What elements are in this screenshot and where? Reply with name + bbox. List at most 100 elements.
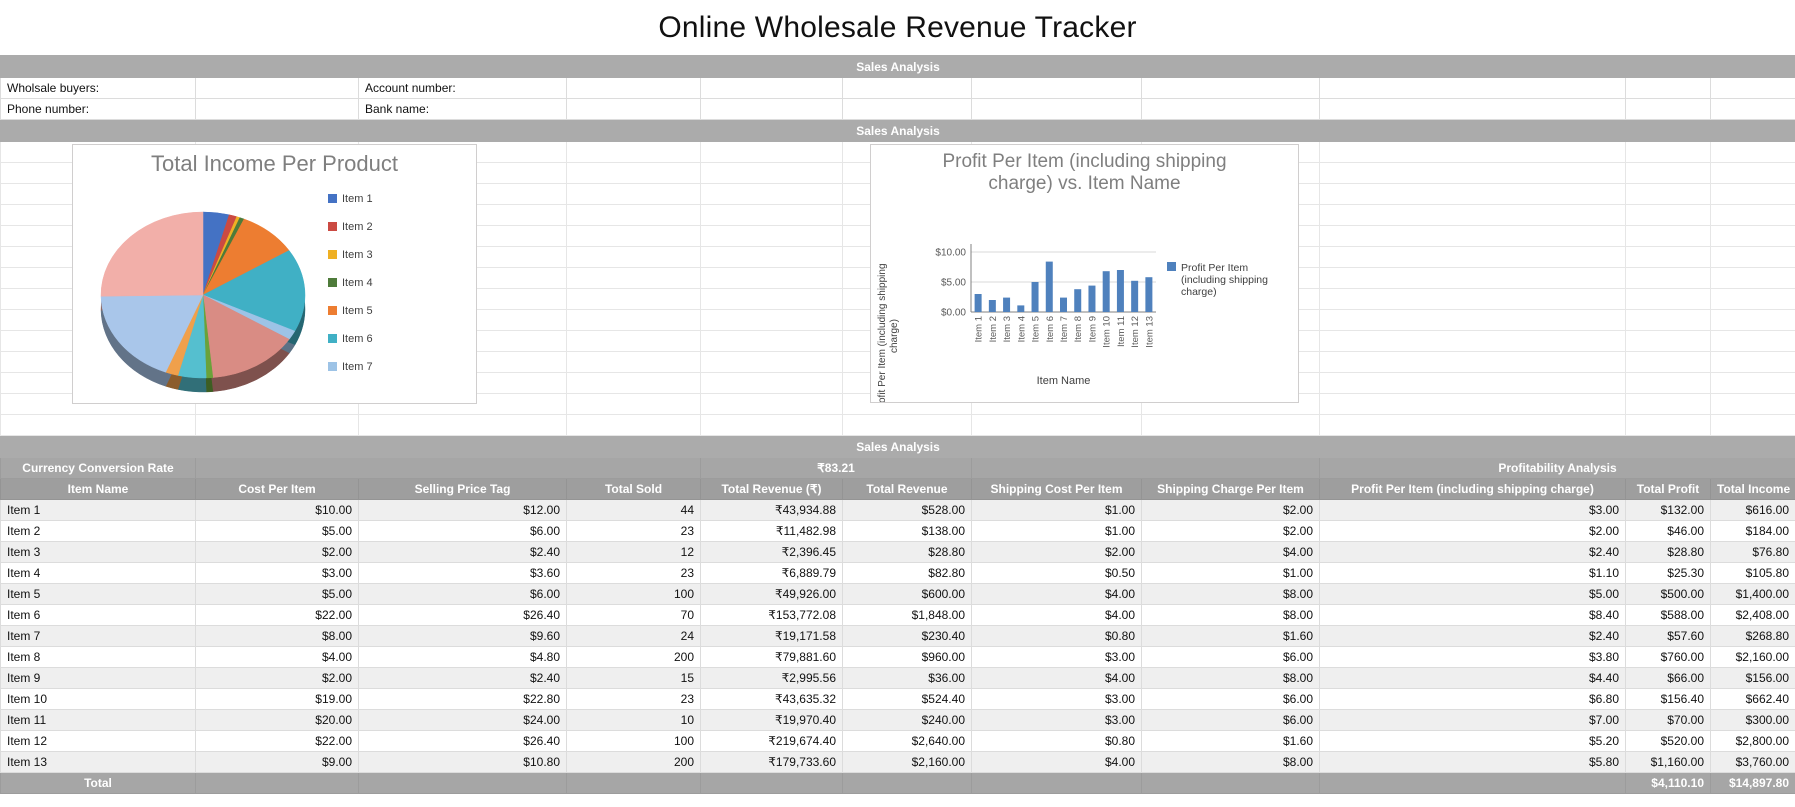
pie-chart[interactable]: Total Income Per Product Item 1Item 2Ite… <box>72 144 477 404</box>
empty-cell[interactable] <box>701 184 843 205</box>
empty-cell[interactable] <box>567 289 701 310</box>
value-cell[interactable]: 100 <box>567 731 701 752</box>
empty-cell[interactable] <box>567 415 701 436</box>
value-cell[interactable]: 200 <box>567 752 701 773</box>
value-cell[interactable]: $6.00 <box>1142 710 1320 731</box>
value-cell[interactable]: $28.80 <box>843 542 972 563</box>
column-header[interactable]: Shipping Cost Per Item <box>972 479 1142 500</box>
value-cell[interactable]: $6.00 <box>1142 689 1320 710</box>
empty-cell[interactable] <box>701 415 843 436</box>
empty-cell[interactable] <box>701 289 843 310</box>
empty-cell[interactable] <box>1626 226 1711 247</box>
column-header[interactable]: Total Revenue (₹) <box>701 479 843 500</box>
value-cell[interactable]: ₹11,482.98 <box>701 521 843 542</box>
value-cell[interactable]: $588.00 <box>1626 605 1711 626</box>
empty-cell[interactable] <box>1320 331 1626 352</box>
value-cell[interactable]: $156.40 <box>1626 689 1711 710</box>
value-cell[interactable]: $0.50 <box>972 563 1142 584</box>
empty-cell[interactable] <box>1626 163 1711 184</box>
value-cell[interactable]: $2.00 <box>1142 500 1320 521</box>
empty-cell[interactable] <box>701 373 843 394</box>
value-cell[interactable]: $2.00 <box>196 668 359 689</box>
value-cell[interactable]: ₹6,889.79 <box>701 563 843 584</box>
value-cell[interactable]: $82.80 <box>843 563 972 584</box>
value-cell[interactable]: $2,640.00 <box>843 731 972 752</box>
empty-cell[interactable] <box>701 247 843 268</box>
empty-cell[interactable] <box>1711 394 1795 415</box>
value-cell[interactable]: $22.00 <box>196 731 359 752</box>
value-cell[interactable]: ₹79,881.60 <box>701 647 843 668</box>
empty-cell[interactable] <box>567 226 701 247</box>
empty-cell[interactable] <box>1 415 196 436</box>
value-cell[interactable]: $19.00 <box>196 689 359 710</box>
account-number-label-cell[interactable]: Account number: <box>359 78 567 99</box>
value-cell[interactable]: $8.00 <box>196 626 359 647</box>
value-cell[interactable]: 23 <box>567 521 701 542</box>
empty-cell[interactable] <box>1320 184 1626 205</box>
empty-cell[interactable] <box>1320 268 1626 289</box>
column-header[interactable]: Total Sold <box>567 479 701 500</box>
value-cell[interactable]: $3.00 <box>972 710 1142 731</box>
value-cell[interactable]: $2.00 <box>1320 521 1626 542</box>
value-cell[interactable]: $9.60 <box>359 626 567 647</box>
empty-cell[interactable] <box>1320 373 1626 394</box>
value-cell[interactable]: ₹43,635.32 <box>701 689 843 710</box>
empty-cell[interactable] <box>1626 247 1711 268</box>
value-cell[interactable]: $6.00 <box>1142 647 1320 668</box>
empty-cell[interactable] <box>1711 289 1795 310</box>
phone-number-label-cell[interactable]: Phone number: <box>1 99 196 120</box>
value-cell[interactable]: $600.00 <box>843 584 972 605</box>
item-name-cell[interactable]: Item 1 <box>1 500 196 521</box>
value-cell[interactable]: $2,160.00 <box>1711 647 1795 668</box>
value-cell[interactable]: $76.80 <box>1711 542 1795 563</box>
value-cell[interactable]: $2,408.00 <box>1711 605 1795 626</box>
empty-cell[interactable] <box>1711 163 1795 184</box>
value-cell[interactable]: $230.40 <box>843 626 972 647</box>
value-cell[interactable]: $8.00 <box>1142 584 1320 605</box>
value-cell[interactable]: ₹179,733.60 <box>701 752 843 773</box>
empty-cell[interactable] <box>1711 142 1795 163</box>
value-cell[interactable]: $1.00 <box>972 500 1142 521</box>
empty-cell[interactable] <box>567 331 701 352</box>
currency-conversion-label[interactable]: Currency Conversion Rate <box>1 458 196 479</box>
empty-cell[interactable] <box>1626 289 1711 310</box>
empty-cell[interactable] <box>567 184 701 205</box>
value-cell[interactable]: ₹2,995.56 <box>701 668 843 689</box>
value-cell[interactable]: $25.30 <box>1626 563 1711 584</box>
value-cell[interactable]: 23 <box>567 563 701 584</box>
empty-cell[interactable] <box>1320 205 1626 226</box>
value-cell[interactable]: $5.00 <box>196 584 359 605</box>
value-cell[interactable]: $6.80 <box>1320 689 1626 710</box>
value-cell[interactable]: $10.00 <box>196 500 359 521</box>
value-cell[interactable]: $0.80 <box>972 731 1142 752</box>
empty-cell[interactable] <box>567 205 701 226</box>
empty-cell[interactable] <box>1711 226 1795 247</box>
column-header[interactable]: Item Name <box>1 479 196 500</box>
item-name-cell[interactable]: Item 7 <box>1 626 196 647</box>
value-cell[interactable]: $1,848.00 <box>843 605 972 626</box>
empty-cell[interactable] <box>1626 184 1711 205</box>
bar-chart[interactable]: Profit Per Item (including shipping char… <box>870 144 1299 403</box>
value-cell[interactable]: $8.00 <box>1142 605 1320 626</box>
value-cell[interactable]: $184.00 <box>1711 521 1795 542</box>
value-cell[interactable]: $4.00 <box>972 605 1142 626</box>
empty-cell[interactable] <box>1626 268 1711 289</box>
item-name-cell[interactable]: Item 12 <box>1 731 196 752</box>
column-header[interactable]: Profit Per Item (including shipping char… <box>1320 479 1626 500</box>
value-cell[interactable]: $4.40 <box>1320 668 1626 689</box>
column-header[interactable]: Shipping Charge Per Item <box>1142 479 1320 500</box>
empty-cell[interactable] <box>701 268 843 289</box>
value-cell[interactable]: $268.80 <box>1711 626 1795 647</box>
empty-cell[interactable] <box>359 415 567 436</box>
total-profit-value[interactable]: $4,110.10 <box>1626 773 1711 794</box>
item-name-cell[interactable]: Item 2 <box>1 521 196 542</box>
value-cell[interactable]: $8.00 <box>1142 668 1320 689</box>
value-cell[interactable]: $3.00 <box>972 689 1142 710</box>
empty-cell[interactable] <box>1711 184 1795 205</box>
value-cell[interactable]: $46.00 <box>1626 521 1711 542</box>
value-cell[interactable]: 200 <box>567 647 701 668</box>
value-cell[interactable]: $24.00 <box>359 710 567 731</box>
value-cell[interactable]: $3.00 <box>196 563 359 584</box>
empty-cell[interactable] <box>1626 394 1711 415</box>
value-cell[interactable]: $2.40 <box>359 542 567 563</box>
